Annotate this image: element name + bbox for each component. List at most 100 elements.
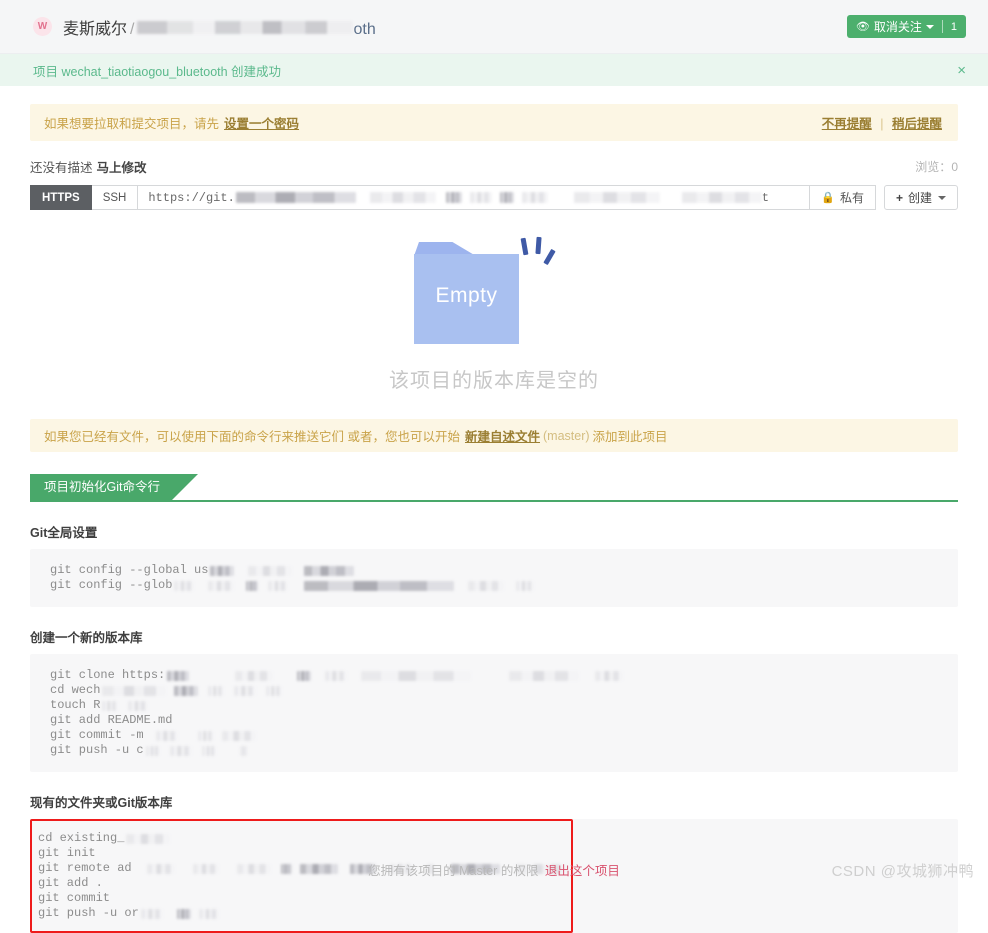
protocol-ssh-tab[interactable]: SSH [91,185,139,210]
plus-icon: + [895,190,903,205]
redacted-code-part [167,670,190,681]
tab-git-commands[interactable]: 项目初始化Git命令行 [30,474,198,500]
redacted-url-part-6 [521,192,548,203]
new-readme-link[interactable]: 新建自述文件 [465,426,540,445]
redacted-code-part [126,833,171,844]
warning-actions: 不再提醒 | 稍后提醒 [820,113,944,132]
code-text: git add README.md [50,713,173,727]
visibility-label: 私有 [839,191,864,205]
redacted-code-part [595,670,624,681]
sparkle-icon [535,236,542,255]
redacted-code-part [197,730,214,741]
create-label: 创建 [907,191,932,205]
dismiss-forever-link[interactable]: 不再提醒 [822,117,872,131]
code-text: git clone https: [50,668,166,682]
empty-state-title: 该项目的版本库是空的 [389,370,599,392]
button-divider [941,20,943,33]
description-row: 还没有描述 马上修改 浏览：0 [30,157,958,176]
no-description-text: 还没有描述 [30,161,93,175]
redacted-url-part-3 [445,192,462,203]
redacted-url-part-8 [681,192,762,203]
code-text: cd existing_ [38,831,125,845]
unwatch-button[interactable]: 👁 取消关注 1 [846,15,966,38]
leave-project-link[interactable]: 退出这个项目 [545,864,620,878]
breadcrumb-repo-suffix[interactable]: oth [353,21,375,39]
set-password-link[interactable]: 设置一个密码 [224,113,299,132]
code-line: cd existing_ [38,831,571,846]
redacted-code-part [509,670,580,681]
code-text: git push -u or [38,906,139,920]
empty-state: Empty 该项目的版本库是空的 [30,210,958,393]
password-warning-bar: 如果想要拉取和提交项目，请先 设置一个密码 不再提醒 | 稍后提醒 [30,104,958,141]
redacted-code-part [297,670,312,681]
watch-count: 1 [950,20,957,33]
tab-strip: 项目初始化Git命令行 [30,474,958,502]
code-text: cd wech [50,683,101,697]
redacted-repo-name [137,20,354,34]
action-separator: | [880,117,884,131]
code-text: git config --glob [50,578,173,592]
unwatch-label: 取消关注 [873,20,922,34]
section-title: 创建一个新的版本库 [30,631,143,645]
section-title: 现有的文件夹或Git版本库 [30,796,173,810]
header-actions: 👁 取消关注 1 [846,15,966,38]
breadcrumb-owner[interactable]: 麦斯威尔 [63,15,127,39]
breadcrumb-separator: / [130,20,135,38]
code-line: cd wech [50,683,938,698]
views-counter: 浏览：0 [915,158,958,175]
push-instructions-bar: 如果您已经有文件，可以使用下面的命令行来推送它们 或者，您也可以开始 新建自述文… [30,419,958,452]
code-line: git clone https: [50,668,938,683]
code-line: git push -u c [50,743,938,758]
branch-label: (master) [543,428,590,443]
sparkle-icon [543,248,556,266]
redacted-code-part [198,908,219,919]
redacted-code-part [174,685,199,696]
clone-url-input[interactable]: https://git. t [138,185,811,210]
redacted-code-part [140,908,163,919]
code-text: touch R [50,698,101,712]
redacted-url-part-5 [499,192,514,203]
chevron-down-icon [938,195,946,200]
success-banner: 项目 wechat_tiaotiaogou_bluetooth 创建成功 × [0,54,988,86]
password-warning-text: 如果想要拉取和提交项目，请先 [44,117,220,131]
redacted-code-part [235,670,274,681]
eye-icon: 👁 [855,21,870,33]
redacted-code-part [102,685,167,696]
code-text: git push -u c [50,743,144,757]
push-instructions-text: 如果您已经有文件，可以使用下面的命令行来推送它们 或者，您也可以开始 [44,430,460,444]
clone-url-suffix: t [761,190,769,205]
redacted-code-part [145,745,160,756]
edit-description-link[interactable]: 马上修改 [97,157,147,176]
permission-text: 您拥有该项目的 Master 的权限 [368,864,539,878]
redacted-code-part [208,685,225,696]
clone-url-prefix: https://git. [148,190,235,205]
close-icon[interactable]: × [957,63,966,78]
push-instructions-text-after: 添加到此项目 [592,430,668,444]
protocol-toggle-group: HTTPS SSH [30,185,139,210]
empty-folder-illustration: Empty [414,232,574,344]
redacted-code-part [468,580,505,591]
redacted-code-part [304,580,455,591]
create-button[interactable]: + 创建 [883,185,958,210]
code-text: git commit [38,891,111,905]
redacted-code-part [304,565,355,576]
clone-url-bar: HTTPS SSH https://git. t 🔒 私有 + 创建 [30,185,958,210]
redacted-code-part [155,730,178,741]
breadcrumb: 麦斯威尔 / oth [63,15,376,39]
redacted-code-part [239,745,248,756]
avatar: W [33,17,52,36]
code-text: git commit -m [50,728,144,742]
redacted-code-part [169,745,192,756]
lock-icon: 🔒 [821,192,835,204]
redacted-code-part [234,685,257,696]
code-line: git commit -m [50,728,938,743]
protocol-https-tab[interactable]: HTTPS [30,185,92,210]
redacted-url-part-7 [573,192,660,203]
redacted-code-part [210,565,235,576]
code-line: git add README.md [50,713,938,728]
watermark: CSDN @攻城狮冲鸭 [831,863,974,880]
redacted-code-part [516,580,535,591]
remind-later-link[interactable]: 稍后提醒 [892,117,942,131]
redacted-code-part [246,580,259,591]
sparkle-icon [520,237,529,256]
